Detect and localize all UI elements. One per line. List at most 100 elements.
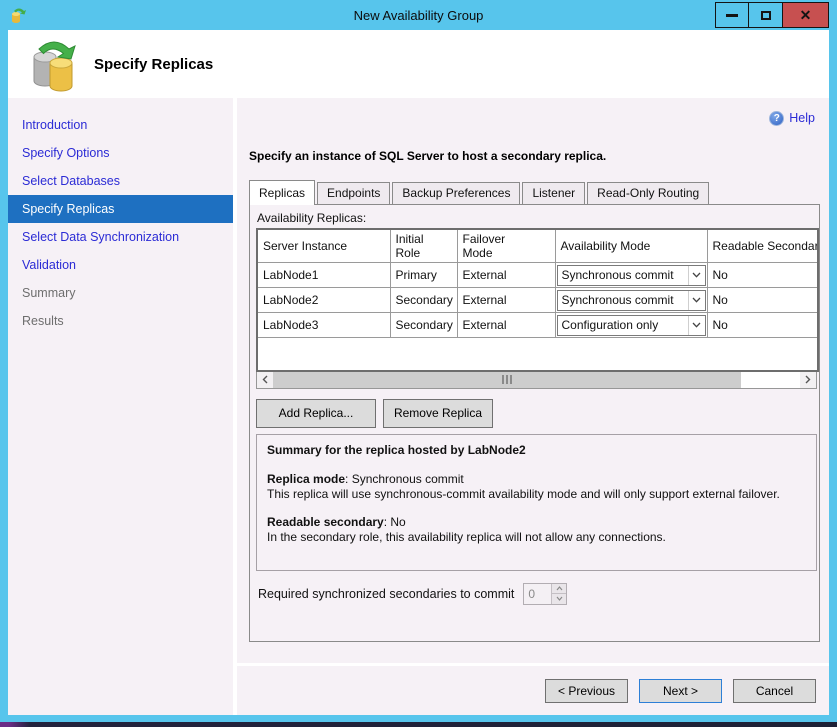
replicas-tab-panel: Availability Replicas: Server InstanceIn… [249,204,820,642]
cell-readable-secondary[interactable]: No [707,288,818,313]
scrollbar-thumb[interactable] [273,372,741,388]
help-icon[interactable]: ? [769,111,784,126]
sidebar: IntroductionSpecify OptionsSelect Databa… [8,98,233,715]
remove-replica-button[interactable]: Remove Replica [383,399,493,428]
chevron-down-icon [556,596,563,601]
scrollbar-grip-icon [502,375,504,384]
tab-listener[interactable]: Listener [522,182,585,204]
add-replica-button[interactable]: Add Replica... [256,399,376,428]
cell-availability-mode: Synchronous commit [555,263,707,288]
replicas-table: Server InstanceInitial RoleFailover Mode… [256,228,819,372]
availability-mode-value: Synchronous commit [558,268,688,282]
tab-replicas[interactable]: Replicas [249,180,315,205]
availability-mode-dropdown[interactable]: Synchronous commit [557,265,706,286]
column-header-readable-secondar[interactable]: Readable Secondar [707,229,818,263]
window-title: New Availability Group [0,8,837,23]
maximize-button[interactable] [749,2,783,28]
sidebar-item-specify-options[interactable]: Specify Options [8,139,233,167]
replicas-table-header: Server InstanceInitial RoleFailover Mode… [257,229,818,263]
replicas-table-body: LabNode1PrimaryExternalSynchronous commi… [257,263,818,371]
title-bar[interactable]: New Availability Group ✕ [0,0,837,30]
sidebar-item-results: Results [8,307,233,335]
cell-availability-mode: Configuration only [555,313,707,338]
replica-mode-desc: This replica will use synchronous-commit… [267,487,806,502]
required-secondaries-label: Required synchronized secondaries to com… [258,587,514,601]
chevron-down-icon[interactable] [688,316,705,335]
horizontal-scrollbar[interactable] [256,372,817,389]
spinner-down-button [552,594,566,604]
sidebar-item-introduction[interactable]: Introduction [8,111,233,139]
cell-readable-secondary[interactable]: No [707,263,818,288]
spinner-up-button [552,584,566,595]
help-link[interactable]: Help [789,111,815,125]
close-icon: ✕ [800,8,812,22]
desktop-edge [0,722,837,727]
required-secondaries-spinner: 0 [523,583,567,605]
summary-title: Summary for the replica hosted by LabNod… [267,443,806,458]
minimize-icon [726,14,738,17]
cell-availability-mode: Synchronous commit [555,288,707,313]
minimize-button[interactable] [715,2,749,28]
column-header-initial-role[interactable]: Initial Role [390,229,457,263]
cell-server-instance[interactable]: LabNode1 [257,263,390,288]
replica-row-labnode3: LabNode3SecondaryExternalConfiguration o… [257,313,818,338]
chevron-down-icon[interactable] [688,266,705,285]
replica-summary-box: Summary for the replica hosted by LabNod… [256,434,817,571]
scroll-left-button[interactable] [257,372,273,388]
chevron-right-icon [805,375,811,384]
tab-strip: ReplicasEndpointsBackup PreferencesListe… [249,180,820,204]
cell-initial-role[interactable]: Secondary [390,288,457,313]
readable-secondary-desc: In the secondary role, this availability… [267,530,806,545]
availability-replicas-label: Availability Replicas: [257,211,813,225]
availability-mode-dropdown[interactable]: Configuration only [557,315,706,336]
column-header-server-instance[interactable]: Server Instance [257,229,390,263]
footer-bar: < Previous Next > Cancel [237,666,829,715]
spinner-value: 0 [524,584,551,604]
page-title: Specify Replicas [94,56,213,73]
chevron-up-icon [556,586,563,591]
wizard-window: Specify Replicas IntroductionSpecify Opt… [8,30,829,715]
replica-mode-line: Replica mode: Synchronous commit [267,472,806,487]
replica-row-labnode1: LabNode1PrimaryExternalSynchronous commi… [257,263,818,288]
cell-failover-mode[interactable]: External [457,263,555,288]
sidebar-item-specify-replicas[interactable]: Specify Replicas [8,195,233,223]
cell-failover-mode[interactable]: External [457,313,555,338]
cell-failover-mode[interactable]: External [457,288,555,313]
sidebar-item-summary: Summary [8,279,233,307]
previous-button[interactable]: < Previous [545,679,628,703]
column-header-failover-mode[interactable]: Failover Mode [457,229,555,263]
chevron-down-icon[interactable] [688,291,705,310]
scrollbar-track[interactable] [741,372,800,388]
sidebar-item-validation[interactable]: Validation [8,251,233,279]
tab-read-only-routing[interactable]: Read-Only Routing [587,182,709,204]
cell-server-instance[interactable]: LabNode2 [257,288,390,313]
next-button[interactable]: Next > [639,679,722,703]
readable-secondary-line: Readable secondary: No [267,515,806,530]
replica-row-labnode2: LabNode2SecondaryExternalSynchronous com… [257,288,818,313]
instruction-text: Specify an instance of SQL Server to hos… [249,149,820,163]
availability-mode-dropdown[interactable]: Synchronous commit [557,290,706,311]
availability-mode-value: Configuration only [558,318,688,332]
cancel-button[interactable]: Cancel [733,679,816,703]
sidebar-item-select-databases[interactable]: Select Databases [8,167,233,195]
maximize-icon [761,11,771,20]
cell-initial-role[interactable]: Primary [390,263,457,288]
tab-backup-preferences[interactable]: Backup Preferences [392,182,520,204]
close-button[interactable]: ✕ [783,2,829,28]
column-header-availability-mode[interactable]: Availability Mode [555,229,707,263]
app-icon [10,6,28,24]
table-empty-area [257,338,818,371]
scroll-right-button[interactable] [800,372,816,388]
cell-initial-role[interactable]: Secondary [390,313,457,338]
desktop-screen: New Availability Group ✕ Specify Replica… [0,0,837,727]
tab-endpoints[interactable]: Endpoints [317,182,390,204]
cell-server-instance[interactable]: LabNode3 [257,313,390,338]
window-controls: ✕ [715,2,829,28]
chevron-left-icon [262,375,268,384]
availability-mode-value: Synchronous commit [558,293,688,307]
cell-readable-secondary[interactable]: No [707,313,818,338]
database-replica-icon [30,36,78,92]
wizard-header: Specify Replicas [8,30,829,98]
sidebar-item-select-data-synchronization[interactable]: Select Data Synchronization [8,223,233,251]
page-content: ? Help Specify an instance of SQL Server… [237,98,829,663]
